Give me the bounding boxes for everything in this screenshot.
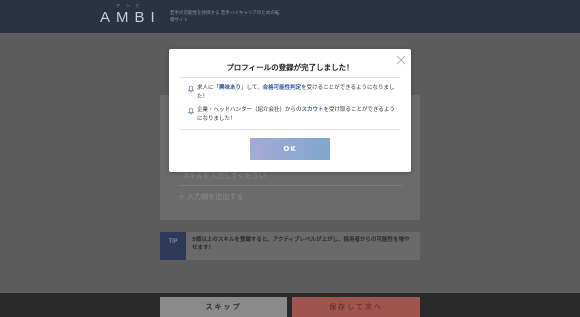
item2-pre: 企業・ヘッドハンター（紹介会社）からの (197, 107, 302, 113)
site-tagline: 若手の可能性を評価する 若手ハイキャリアのための転職サイト (170, 11, 280, 23)
bell-icon (188, 107, 194, 115)
close-icon[interactable] (395, 54, 407, 66)
add-field-link[interactable]: ＋ 入力欄を追加する (178, 192, 243, 202)
item1-mid: 」して、 (241, 85, 263, 91)
tip-text: 5個以上のスキルを登録すると、アクティブレベルが上がし、採用者からの可能性を増や… (192, 237, 410, 251)
site-header: アンビ AMBI 若手の可能性を評価する 若手ハイキャリアのための転職サイト (0, 0, 580, 33)
save-next-button[interactable]: 保存して次へ (292, 297, 420, 317)
ambi-logo[interactable]: AMBI (100, 9, 161, 26)
ok-button[interactable]: OK (250, 138, 330, 160)
item1-pre: 求人に「 (197, 85, 220, 91)
scout-link: スカウト (301, 107, 324, 113)
modal-item-interest: 求人に「興味あり」して、合格可能性判定を受けることができるようになりました！ (188, 84, 398, 101)
modal-title: プロフィールの登録が完了しました！ (226, 63, 354, 72)
divider (180, 129, 400, 130)
completion-modal: プロフィールの登録が完了しました！ 求人に「興味あり」して、合格可能性判定を受け… (169, 49, 411, 172)
skip-button[interactable]: スキップ (160, 297, 287, 317)
divider (180, 77, 400, 78)
tip-icon-label: TIP (168, 238, 178, 245)
bell-icon (188, 85, 194, 93)
footer-bar (0, 293, 580, 317)
pass-judgement-link: 合格可能性判定 (262, 85, 302, 91)
tip-icon: TIP (160, 232, 186, 260)
modal-item-scout: 企業・ヘッドハンター（紹介会社）からのスカウトを受け取ることができるようになりま… (188, 106, 398, 123)
interest-link: 興味あり (219, 85, 242, 91)
